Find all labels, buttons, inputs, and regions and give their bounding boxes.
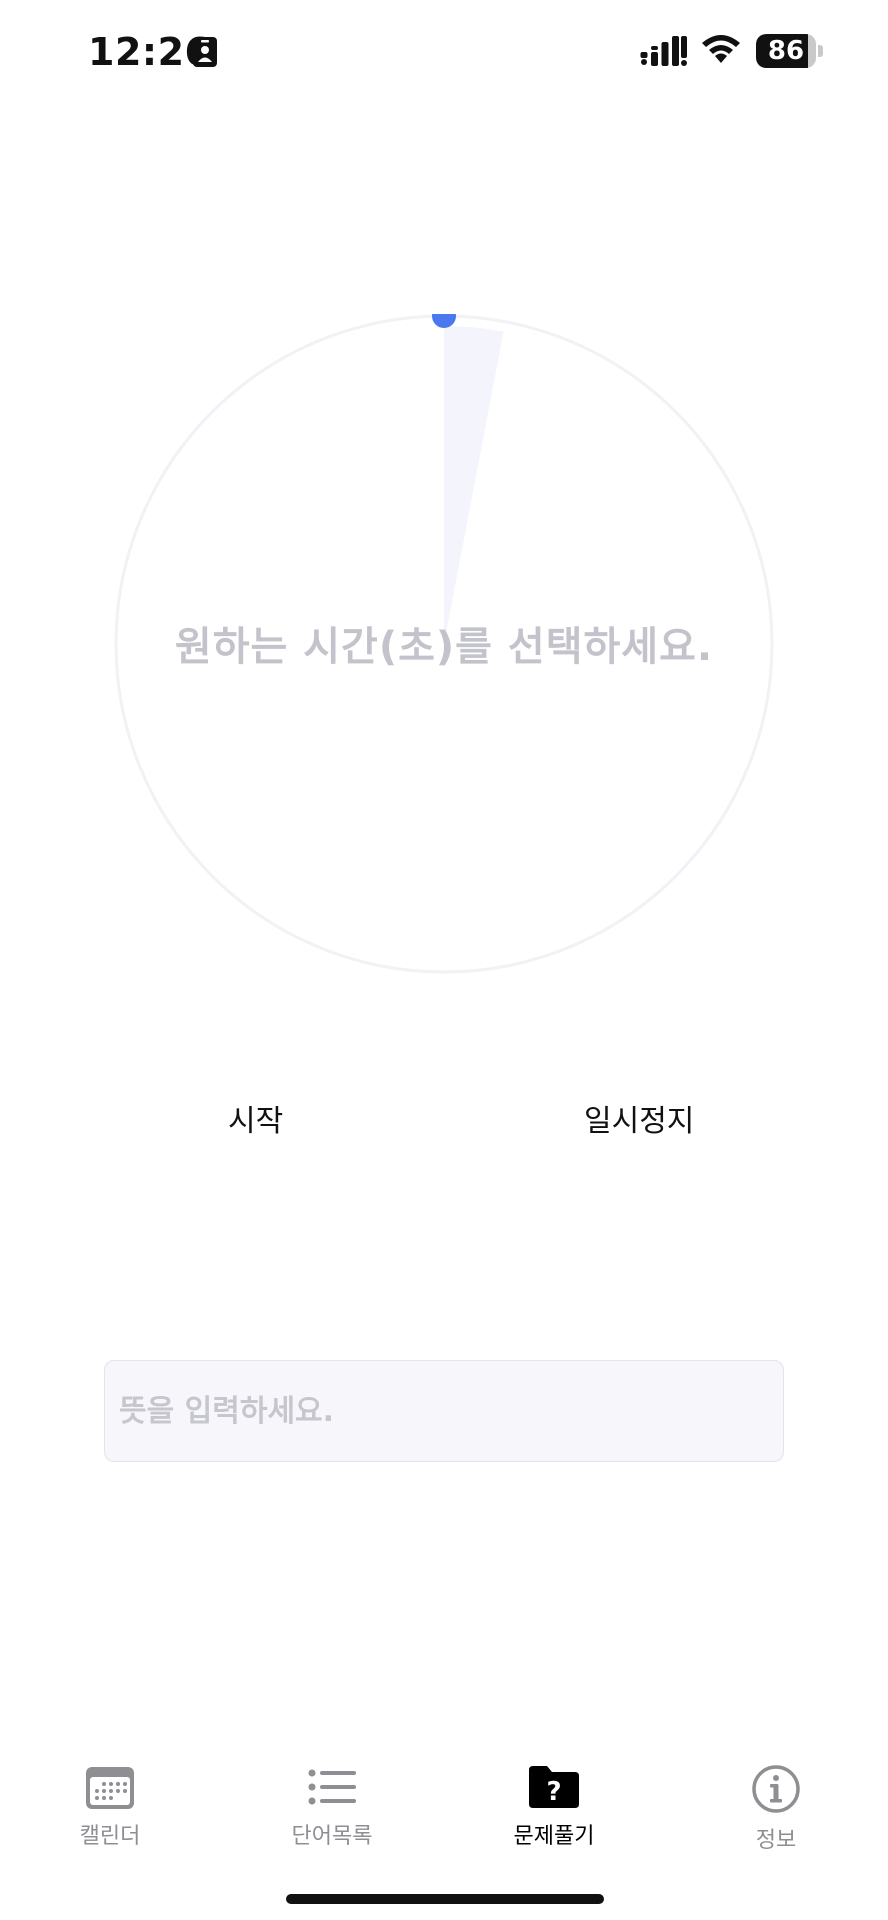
tab-label: 문제풀기 xyxy=(513,1824,595,1849)
dial-prompt-text: 원하는 시간(초)를 선택하세요. xyxy=(174,624,714,670)
tab-quiz[interactable]: ? 문제풀기 xyxy=(464,1750,644,1860)
svg-text:?: ? xyxy=(546,1777,561,1807)
info-icon xyxy=(752,1765,800,1813)
tab-label: 단어목록 xyxy=(291,1824,373,1849)
id-badge-icon xyxy=(193,37,217,67)
question-folder-icon: ? xyxy=(529,1766,579,1808)
tab-word-list[interactable]: 단어목록 xyxy=(242,1750,422,1860)
tab-info[interactable]: 정보 xyxy=(686,1750,866,1860)
timer-dial[interactable]: 원하는 시간(초)를 선택하세요. xyxy=(114,314,774,974)
home-indicator[interactable] xyxy=(286,1894,604,1904)
battery-indicator: 86 xyxy=(756,34,824,68)
calendar-icon xyxy=(86,1767,134,1809)
tab-bar: 캘린더 단어목록 ? 문제풀기 정보 xyxy=(0,1750,888,1870)
wifi-icon xyxy=(702,35,740,63)
battery-level: 86 xyxy=(767,36,805,66)
pause-button[interactable]: 일시정지 xyxy=(584,1096,694,1140)
start-button[interactable]: 시작 xyxy=(228,1096,283,1140)
status-bar: 12:26 86 xyxy=(0,0,888,110)
tab-label: 캘린더 xyxy=(79,1824,141,1849)
tab-calendar[interactable]: 캘린더 xyxy=(20,1750,200,1860)
cellular-signal-icon xyxy=(640,36,687,66)
meaning-input[interactable] xyxy=(104,1360,784,1462)
tab-label: 정보 xyxy=(755,1828,797,1853)
dial-handle[interactable] xyxy=(432,314,456,328)
list-icon xyxy=(308,1769,356,1805)
dial-selected-sector xyxy=(444,326,504,644)
